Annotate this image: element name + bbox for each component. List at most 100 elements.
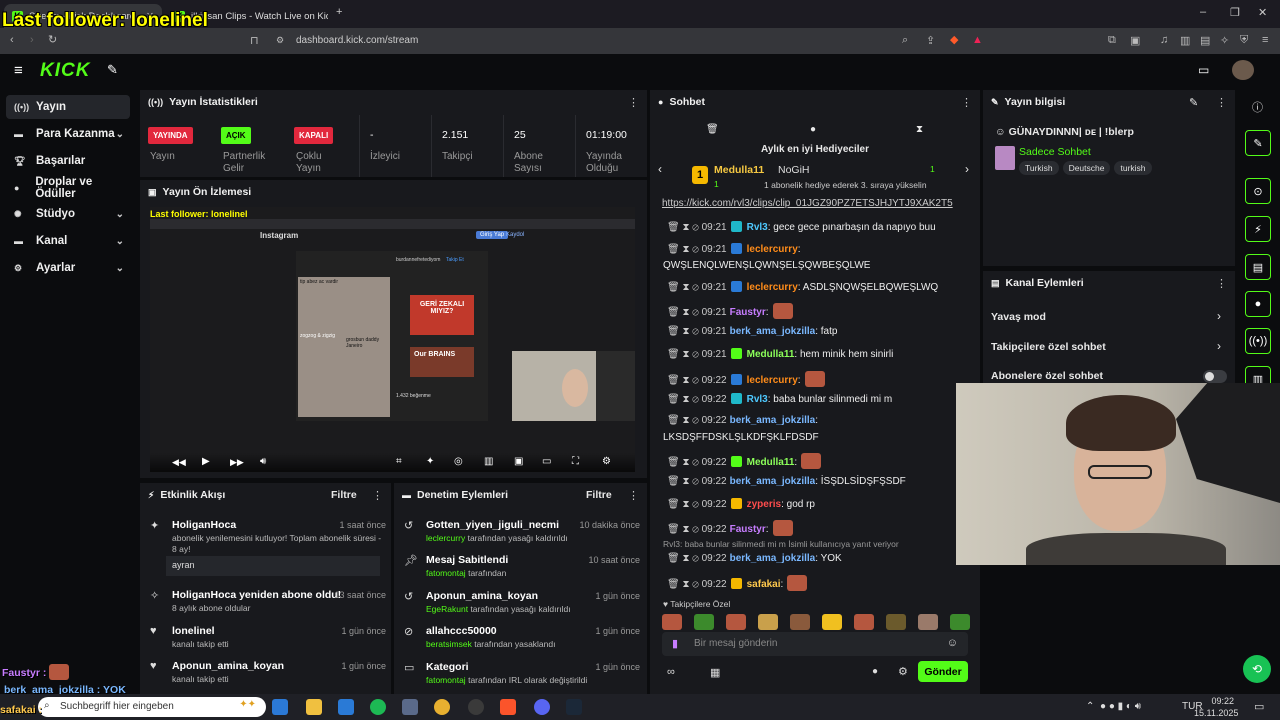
crop-icon[interactable]: ⌗: [396, 456, 402, 467]
mic-icon[interactable]: ▮: [672, 637, 678, 650]
clip-button[interactable]: ⊙: [1245, 178, 1271, 204]
pip-icon[interactable]: ▣: [514, 456, 523, 467]
chevron-left-icon[interactable]: ‹: [658, 162, 662, 176]
edit-icon[interactable]: ✎: [1189, 96, 1198, 109]
mod-target[interactable]: Gotten_yiyen_jiguli_necmi: [426, 519, 559, 531]
chat-input[interactable]: ▮ Bir mesaj gönderin ☺: [662, 632, 968, 656]
media-icon[interactable]: ♫: [1160, 34, 1168, 46]
fullscreen-icon[interactable]: ⛶: [572, 456, 579, 467]
tag-chip[interactable]: turkish: [1114, 161, 1152, 175]
minimize-icon[interactable]: –: [1200, 6, 1206, 18]
subscribers-chat-item[interactable]: Abonelere özel sohbet: [991, 370, 1103, 382]
mod-tools-icon[interactable]: 🗑︎ ⧗ ⊘: [667, 307, 702, 318]
emote[interactable]: [758, 614, 778, 630]
theater-icon[interactable]: ▭: [542, 456, 551, 467]
message-user[interactable]: berk_ama_jokzilla: [730, 326, 816, 337]
tray-chevron-icon[interactable]: ⌃: [1086, 701, 1094, 712]
close-window-icon[interactable]: ✕: [1258, 6, 1267, 19]
emote[interactable]: [790, 614, 810, 630]
extensions-icon[interactable]: ⧉: [1108, 34, 1116, 47]
settings-gear-icon[interactable]: ⚙: [602, 456, 611, 467]
kebab-menu-icon[interactable]: ⋮: [372, 489, 383, 502]
tools-icon[interactable]: ✎: [107, 62, 118, 78]
message-user[interactable]: Medulla11: [747, 349, 795, 360]
followers-chat-item[interactable]: Takipçilere özel sohbet: [991, 341, 1106, 353]
edit-stream-button[interactable]: ✎: [1245, 130, 1271, 156]
share-icon[interactable]: ⇪: [926, 34, 935, 47]
emote[interactable]: [918, 614, 938, 630]
mod-tools-icon[interactable]: 🗑︎ ⧗ ⊘: [667, 499, 702, 510]
sidebar-item-studyo[interactable]: ✺ Stüdyo ⌄: [6, 202, 130, 226]
sidebar-item-droplar[interactable]: ● Droplar ve Ödüller: [6, 176, 130, 200]
message-user[interactable]: Medulla11: [747, 457, 795, 468]
chat-bubble-icon[interactable]: ●: [810, 124, 816, 135]
emote[interactable]: [726, 614, 746, 630]
message-user[interactable]: safakai: [747, 579, 781, 590]
url-field[interactable]: dashboard.kick.com/stream: [270, 33, 990, 49]
message-user[interactable]: Faustyr: [730, 524, 766, 535]
mod-tools-icon[interactable]: 🗑︎ ⧗ ⊘: [667, 222, 702, 233]
gifter-name[interactable]: Medulla11: [714, 164, 764, 176]
chat-settings-icon[interactable]: ⚙: [898, 665, 908, 678]
message-user[interactable]: Rvl3: [747, 394, 768, 405]
back-icon[interactable]: ‹: [10, 34, 14, 46]
clock-time[interactable]: 09:22: [1204, 696, 1234, 706]
emote[interactable]: [854, 614, 874, 630]
emote[interactable]: [662, 614, 682, 630]
stats-overlay-icon[interactable]: ▥: [484, 456, 493, 467]
tray-apps-icon[interactable]: ● ● ▮ ◐ 🔊︎: [1100, 701, 1141, 712]
kebab-menu-icon[interactable]: ⋮: [628, 489, 639, 502]
volume-icon[interactable]: 🔊︎: [260, 456, 266, 467]
sidebar-item-kanal[interactable]: ▬ Kanal ⌄: [6, 229, 130, 253]
clip-icon[interactable]: ◎: [454, 456, 463, 467]
mod-tools-icon[interactable]: 🗑︎ ⧗ ⊘: [667, 244, 702, 255]
clock-date[interactable]: 15.11.2025: [1194, 708, 1238, 718]
taskbar-search[interactable]: Suchbegriff hier eingeben ⌕ ✦✦: [38, 697, 266, 717]
filter-button[interactable]: Filtre: [331, 489, 357, 501]
event-user[interactable]: Aponun_amina_koyan: [172, 660, 284, 672]
mod-tools-icon[interactable]: 🗑︎ ⧗ ⊘: [667, 476, 702, 487]
bookmark-icon[interactable]: ⊓: [250, 34, 259, 47]
message-user[interactable]: berk_ama_jokzilla: [730, 553, 816, 564]
mod-tools-icon[interactable]: 🗑︎ ⧗ ⊘: [667, 553, 702, 564]
menu-icon[interactable]: ≡: [1262, 34, 1268, 46]
calculator-icon[interactable]: [402, 699, 418, 715]
moderator-name[interactable]: fatomontaj: [426, 675, 466, 685]
send-button[interactable]: Gönder: [918, 661, 968, 682]
kick-logo[interactable]: KICK: [40, 60, 90, 82]
reload-icon[interactable]: ↻: [48, 33, 57, 46]
play-icon[interactable]: ▶: [202, 456, 210, 467]
sidebar-item-yayin[interactable]: ((•)) Yayın: [6, 95, 130, 119]
chat-mode-icon[interactable]: ●: [872, 666, 878, 677]
site-settings-icon[interactable]: ⚙: [276, 35, 284, 46]
leo-ai-icon[interactable]: ✧: [1220, 34, 1229, 47]
discord-icon[interactable]: [534, 699, 550, 715]
chat-button[interactable]: ●: [1245, 291, 1271, 317]
mod-target[interactable]: allahccc50000: [426, 625, 497, 637]
sidebar-item-para-kazanma[interactable]: ▬ Para Kazanma ⌄: [6, 122, 130, 146]
mod-tools-icon[interactable]: 🗑︎ ⧗ ⊘: [667, 579, 702, 590]
mod-target[interactable]: Kategori: [426, 661, 469, 673]
mod-tools-icon[interactable]: 🗑︎ ⧗ ⊘: [667, 282, 702, 293]
effects-icon[interactable]: ✦: [426, 456, 434, 467]
obs-icon[interactable]: [468, 699, 484, 715]
message-user[interactable]: berk_ama_jokzilla: [730, 415, 816, 426]
message-user[interactable]: zyperis: [747, 499, 781, 510]
mod-tools-icon[interactable]: 🗑︎ ⧗ ⊘: [667, 524, 702, 535]
notification-icon[interactable]: ▭: [1254, 700, 1264, 713]
kebab-menu-icon[interactable]: ⋮: [628, 96, 639, 109]
chevron-right-icon[interactable]: ›: [1217, 309, 1221, 323]
hourglass-icon[interactable]: ⧗: [916, 124, 923, 135]
video-preview[interactable]: Last follower: lonelinel Instagram Giriş…: [150, 207, 635, 472]
emote[interactable]: [822, 614, 842, 630]
mod-tools-icon[interactable]: 🗑︎ ⧗ ⊘: [667, 349, 702, 360]
kebab-menu-icon[interactable]: ⋮: [961, 96, 972, 109]
raid-button[interactable]: ⚡︎: [1245, 216, 1271, 242]
message-user[interactable]: Rvl3: [747, 222, 768, 233]
screenshot-icon[interactable]: ▣: [1130, 34, 1140, 47]
trash-icon[interactable]: 🗑︎: [706, 124, 719, 135]
forward-icon[interactable]: ›: [30, 34, 34, 46]
message-user[interactable]: leclercurry: [747, 375, 798, 386]
moderator-name[interactable]: fatomontaj: [426, 568, 466, 578]
message-user[interactable]: Faustyr: [730, 307, 766, 318]
